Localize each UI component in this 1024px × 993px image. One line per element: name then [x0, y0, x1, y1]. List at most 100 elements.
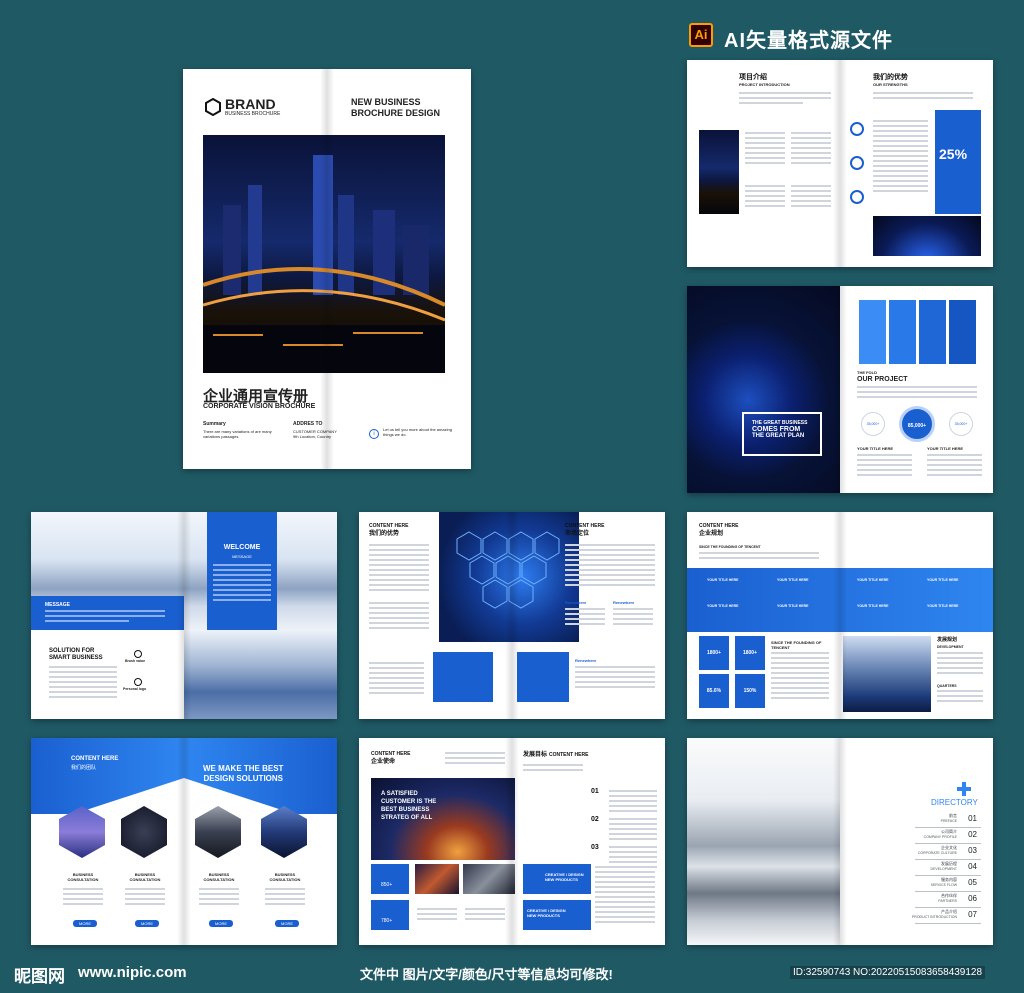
- stat-card-2: 1800+: [735, 636, 765, 670]
- spread-mission: CONTENT HERE 企业使命 A SATISFIED CUSTOMER I…: [359, 738, 665, 945]
- number-02: 02: [591, 816, 599, 823]
- your-title-right: YOUR TITLE HERE: [927, 446, 964, 451]
- more-button-2[interactable]: MORE: [135, 920, 159, 927]
- intro-title-cn: 项目介绍: [739, 74, 767, 81]
- mission-photo-2: [463, 864, 515, 894]
- footer-note: 文件中 图片/文字/颜色/尺寸等信息均可修改!: [360, 967, 613, 982]
- ai-badge: Ai: [689, 23, 713, 47]
- tell-text: Let us tell you more about the amazing t…: [383, 427, 452, 437]
- security-blue-card: [433, 652, 493, 702]
- spread-security: CONTENT HERE 我们的优势 CONTENT HERE 市场定位 Ren…: [359, 512, 665, 719]
- directory-entry-number: 03: [968, 846, 977, 855]
- directory-entry-en: PARTNERS: [938, 899, 957, 903]
- your-title-2: YOUR TITLE HERE: [777, 578, 809, 582]
- your-title-5: YOUR TITLE HERE: [707, 604, 739, 608]
- more-button-4[interactable]: MORE: [275, 920, 299, 927]
- brand-logo: BRAND BUSINESS BROCHURE: [205, 97, 280, 117]
- directory-entry: 发展历程 DEVELOPMENT 04: [915, 860, 981, 876]
- brand-sub: BUSINESS BROCHURE: [225, 111, 281, 117]
- team-cn: 我们的团队: [71, 765, 97, 771]
- directory-entry: 公司简介 COMPANY PROFILE 02: [915, 828, 981, 844]
- header-title: AI矢量格式源文件: [724, 30, 893, 52]
- strengths-cn: 我们的优势: [873, 74, 908, 81]
- satisfied-text: A SATISFIED CUSTOMER IS THE BEST BUSINES…: [381, 791, 437, 821]
- intro-title-en: PROJECT INTRODUCTION: [739, 82, 790, 87]
- brand-name: BRAND: [225, 96, 276, 112]
- directory-entry-en: CORPORATE CULTURE: [917, 851, 957, 855]
- creative-card-1: CREATIVE / DESIGN NEW PRODUCTS: [523, 864, 591, 894]
- directory-entry-number: 06: [968, 894, 977, 903]
- strengths-en: OUR STRENGTHS: [873, 82, 908, 87]
- mission-content-right: CONTENT HERE: [549, 752, 589, 758]
- nipic-logo: 昵图网: [14, 967, 65, 986]
- directory-entry-number: 07: [968, 910, 977, 919]
- directory-entry-en: DEVELOPMENT: [930, 867, 957, 871]
- your-title-left: YOUR TITLE HERE: [857, 446, 894, 451]
- stat-card-1: 1800+: [699, 636, 729, 670]
- message-band: MESSAGE: [31, 596, 184, 630]
- lock-grid-image: [456, 531, 560, 609]
- summary-label: Summary: [203, 421, 226, 427]
- directory-entry: 产品介绍 PRODUCT INTRODUCTION 07: [912, 908, 981, 924]
- solution-title: SOLUTION FOR SMART BUSINESS: [49, 648, 103, 661]
- mission-photo-1: [415, 864, 459, 894]
- directory-entry-number: 05: [968, 878, 977, 887]
- cover-photo: [202, 135, 446, 373]
- directory-entry: 前言 PREFACE 01: [915, 812, 981, 828]
- particle-globe-image: [687, 286, 840, 493]
- the-fold-label: THE FOLD: [857, 370, 877, 375]
- message-label: MESSAGE: [45, 602, 71, 608]
- percent-value: 25%: [939, 146, 968, 162]
- directory-entry: 企业文化 CORPORATE CULTURE 03: [915, 844, 981, 860]
- number-01: 01: [591, 788, 599, 795]
- creative-card-2: CREATIVE / DESIGN NEW PRODUCTS: [523, 900, 591, 930]
- intro-photo: [699, 130, 739, 214]
- big-number: 85,000+: [907, 423, 927, 429]
- mist-mountain-image-2: [184, 630, 337, 719]
- spread-our-project: THE GREAT BUSINESS COMES FROM THE GREAT …: [687, 286, 993, 493]
- cn-right: 市场定位: [565, 531, 590, 537]
- cover-title-en: CORPORATE VISION BROCHURE: [203, 403, 316, 410]
- nipic-site: www.nipic.com: [78, 964, 187, 981]
- directory-entry-number: 01: [968, 814, 977, 823]
- address-text: CUSTOMER COMPANY 9th Location, Country: [293, 429, 337, 439]
- number-03: 03: [591, 844, 599, 851]
- small-circle-1: 35,000+: [861, 412, 885, 436]
- cover-headline: NEW BUSINESS BROCHURE DESIGN: [351, 97, 441, 118]
- spread-team: CONTENT HERE 我们的团队 WE MAKE THE BEST DESI…: [31, 738, 337, 945]
- stat-card-4: 150%: [735, 674, 765, 708]
- ink-mountain-image: [687, 738, 840, 945]
- team-content-here: CONTENT HERE: [71, 756, 119, 762]
- your-title-4: YOUR TITLE HERE: [927, 578, 959, 582]
- welcome-sub: MESSAGE: [232, 554, 252, 559]
- more-button-1[interactable]: MORE: [73, 920, 97, 927]
- city-night-image: [202, 155, 446, 373]
- spread-directory: DIRECTORY 前言 PREFACE 01 公司简介 COMPANY PROFILE…: [687, 738, 993, 945]
- directory-entry-en: PREFACE: [940, 819, 957, 823]
- content-here-right: CONTENT HERE: [565, 523, 605, 529]
- small-circle-2: 35,000+: [949, 412, 973, 436]
- our-project-label: OUR PROJECT: [857, 376, 908, 383]
- address-label: ADDRES TO: [293, 421, 323, 427]
- welcome-panel: WELCOME MESSAGE: [207, 512, 277, 630]
- spread-project-intro: 项目介绍 PROJECT INTRODUCTION 我们的优势 OUR STRE…: [687, 60, 993, 267]
- directory-list: 前言 PREFACE 01 公司简介 COMPANY PROFILE 02 企业文化 CORP…: [912, 812, 981, 924]
- team-best: WE MAKE THE BEST DESIGN SOLUTIONS: [203, 764, 284, 783]
- more-button-3[interactable]: MORE: [209, 920, 233, 927]
- info-icon: i: [369, 429, 379, 439]
- brush-label: Brush value: [125, 659, 146, 663]
- directory-entry-en: COMPANY PROFILE: [923, 835, 957, 839]
- mission-cn: 企业使命: [371, 759, 396, 765]
- brush-icon: [134, 650, 142, 658]
- planning-content-here: CONTENT HERE: [699, 523, 739, 529]
- cn-left: 我们的优势: [369, 531, 400, 537]
- planning-city-image: [843, 636, 931, 712]
- content-here-left: CONTENT HERE: [369, 523, 409, 529]
- plus-icon: [957, 782, 971, 796]
- label-c: Renewhere: [575, 658, 597, 663]
- your-title-6: YOUR TITLE HERE: [777, 604, 809, 608]
- welcome-title: WELCOME: [223, 544, 261, 551]
- footer-id: ID:32590743 NO:20220515083658439128: [790, 966, 986, 979]
- your-title-8: YOUR TITLE HERE: [927, 604, 959, 608]
- hexagon-icon: [205, 98, 221, 116]
